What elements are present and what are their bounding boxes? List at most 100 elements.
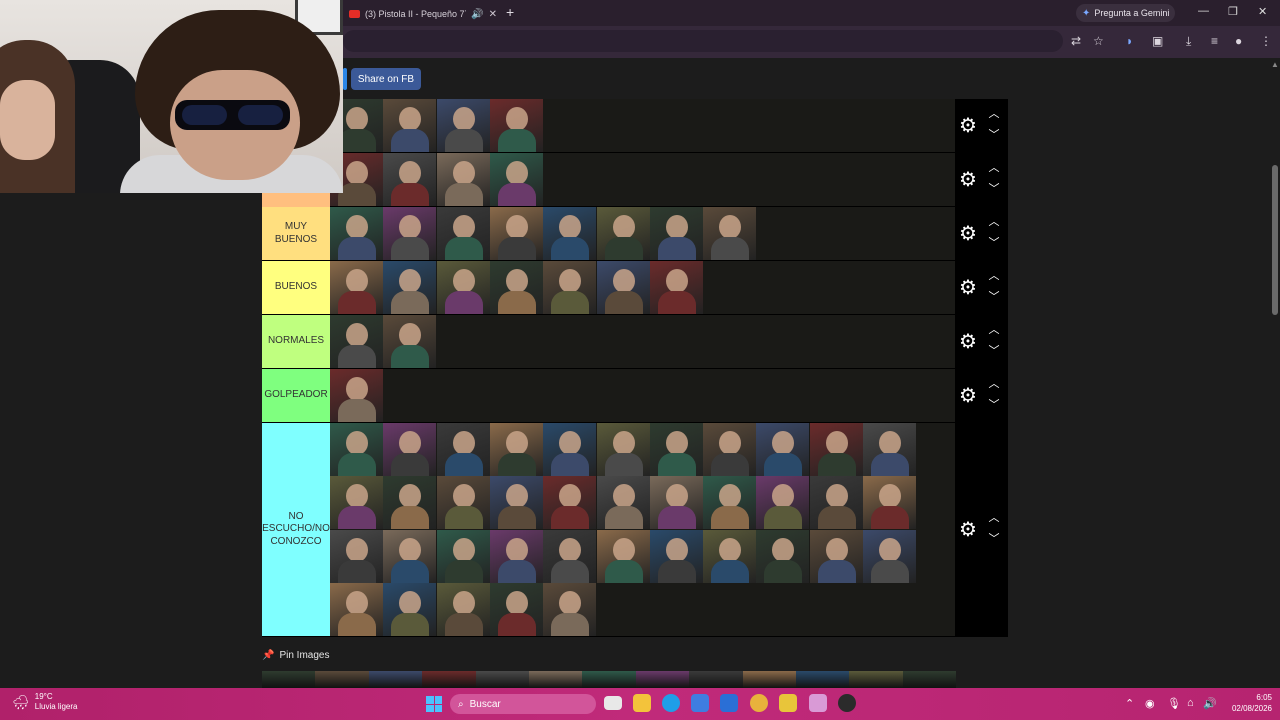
artist-thumbnail[interactable] [809, 423, 863, 476]
artist-thumbnail[interactable] [543, 582, 597, 636]
system-clock[interactable]: 6:05 02/08/2026 [1224, 692, 1272, 714]
scrollbar-track[interactable] [1270, 58, 1280, 688]
artist-thumbnail[interactable] [649, 423, 703, 476]
artist-thumbnail[interactable] [703, 529, 757, 583]
app-icon-dark[interactable] [838, 694, 856, 712]
artist-thumbnail[interactable] [330, 315, 383, 368]
tier-label[interactable]: NO ESCUCHO/NO CONOZCO [262, 423, 330, 636]
close-window-button[interactable]: ✕ [1258, 5, 1267, 18]
artist-thumbnail[interactable] [330, 369, 383, 422]
artist-thumbnail[interactable] [649, 207, 703, 260]
start-button[interactable] [426, 696, 442, 712]
artist-thumbnail[interactable] [863, 423, 916, 476]
tray-app-icon[interactable]: ◉ [1145, 697, 1155, 710]
chevron-up-icon[interactable]: ︿ [987, 512, 1001, 524]
tray-overflow-icon[interactable]: ⌃ [1125, 697, 1134, 710]
artist-thumbnail[interactable] [436, 207, 490, 260]
gear-icon[interactable]: ⚙ [957, 385, 979, 407]
extension-icon[interactable]: ◗ [1126, 34, 1133, 48]
pool-thumbnail[interactable] [795, 671, 850, 688]
artist-thumbnail[interactable] [330, 529, 383, 583]
artist-thumbnail[interactable] [809, 529, 863, 583]
artist-thumbnail[interactable] [436, 582, 490, 636]
artist-thumbnail[interactable] [489, 529, 543, 583]
app-icon-pink[interactable] [809, 694, 827, 712]
network-icon[interactable]: ⌂ [1187, 697, 1194, 709]
artist-thumbnail[interactable] [596, 261, 650, 314]
taskbar-search[interactable]: ⌕ Buscar [450, 694, 596, 714]
tier-items[interactable] [330, 315, 955, 368]
artist-thumbnail[interactable] [436, 529, 490, 583]
artist-thumbnail[interactable] [489, 153, 543, 206]
artist-thumbnail[interactable] [809, 476, 863, 530]
artist-thumbnail[interactable] [383, 261, 437, 314]
artist-thumbnail[interactable] [596, 423, 650, 476]
tier-items[interactable] [330, 423, 955, 636]
chevron-up-icon[interactable]: ︿ [987, 108, 1001, 120]
artist-thumbnail[interactable] [383, 207, 437, 260]
gear-icon[interactable]: ⚙ [957, 115, 979, 137]
artist-thumbnail[interactable] [489, 207, 543, 260]
audio-icon[interactable]: 🔊 [471, 9, 483, 20]
chevron-up-icon[interactable]: ︿ [987, 216, 1001, 228]
pin-images-row[interactable]: 📌 Pin Images [262, 650, 329, 661]
artist-thumbnail[interactable] [330, 582, 383, 636]
scrollbar-thumb[interactable] [1272, 165, 1278, 315]
artist-thumbnail[interactable] [649, 476, 703, 530]
edge-icon[interactable] [662, 694, 680, 712]
weather-widget[interactable]: 🌧 19°C Lluvia ligera [12, 692, 77, 712]
download-icon[interactable]: ⤓ [1186, 34, 1191, 49]
artist-thumbnail[interactable] [543, 207, 597, 260]
artist-thumbnail[interactable] [436, 261, 490, 314]
chevron-down-icon[interactable]: ﹀ [987, 237, 1001, 249]
tier-label[interactable]: BUENOS [262, 261, 330, 314]
tier-label[interactable]: GOLPEADOR [262, 369, 330, 422]
artist-thumbnail[interactable] [489, 261, 543, 314]
gemini-button[interactable]: ✦ Pregunta a Gemini [1076, 4, 1176, 22]
outlook-icon[interactable] [720, 694, 738, 712]
tier-items[interactable] [330, 153, 955, 206]
artist-thumbnail[interactable] [596, 207, 650, 260]
close-tab-icon[interactable]: ✕ [489, 9, 497, 20]
artist-thumbnail[interactable] [703, 476, 757, 530]
volume-icon[interactable]: 🔊 [1203, 697, 1217, 710]
pool-thumbnail[interactable] [528, 671, 583, 688]
extensions-puzzle-icon[interactable]: ▣ [1152, 34, 1163, 48]
task-view-icon[interactable] [604, 696, 622, 710]
pool-thumbnail[interactable] [262, 671, 316, 688]
pool-thumbnail[interactable] [475, 671, 529, 688]
chevron-down-icon[interactable]: ﹀ [987, 399, 1001, 411]
gear-icon[interactable]: ⚙ [957, 277, 979, 299]
chevron-down-icon[interactable]: ﹀ [987, 533, 1001, 545]
chevron-down-icon[interactable]: ﹀ [987, 183, 1001, 195]
artist-thumbnail[interactable] [596, 476, 650, 530]
file-explorer-icon[interactable] [633, 694, 651, 712]
gear-icon[interactable]: ⚙ [957, 169, 979, 191]
gear-icon[interactable]: ⚙ [957, 331, 979, 353]
artist-thumbnail[interactable] [863, 476, 916, 530]
microphone-icon[interactable]: 🎙 [1167, 697, 1181, 710]
pool-thumbnail[interactable] [742, 671, 796, 688]
artist-thumbnail[interactable] [383, 582, 437, 636]
tier-items[interactable] [330, 261, 955, 314]
chevron-up-icon[interactable]: ︿ [987, 324, 1001, 336]
pool-thumbnail[interactable] [368, 671, 423, 688]
artist-thumbnail[interactable] [863, 529, 916, 583]
chrome-icon[interactable] [750, 694, 768, 712]
artist-thumbnail[interactable] [383, 529, 437, 583]
chevron-down-icon[interactable]: ﹀ [987, 345, 1001, 357]
media-control-icon[interactable]: ≡ [1211, 34, 1218, 48]
gear-icon[interactable]: ⚙ [957, 519, 979, 541]
artist-thumbnail[interactable] [436, 476, 490, 530]
artist-thumbnail[interactable] [649, 261, 703, 314]
pool-thumbnail[interactable] [315, 671, 369, 688]
artist-thumbnail[interactable] [756, 529, 810, 583]
minimize-button[interactable]: — [1198, 5, 1209, 17]
profile-avatar-icon[interactable]: ● [1235, 34, 1242, 48]
artist-thumbnail[interactable] [703, 423, 757, 476]
bookmark-star-icon[interactable]: ☆ [1093, 34, 1104, 48]
tier-items[interactable] [330, 207, 955, 260]
artist-thumbnail[interactable] [436, 99, 490, 152]
chevron-up-icon[interactable]: ︿ [987, 378, 1001, 390]
artist-thumbnail[interactable] [383, 423, 437, 476]
